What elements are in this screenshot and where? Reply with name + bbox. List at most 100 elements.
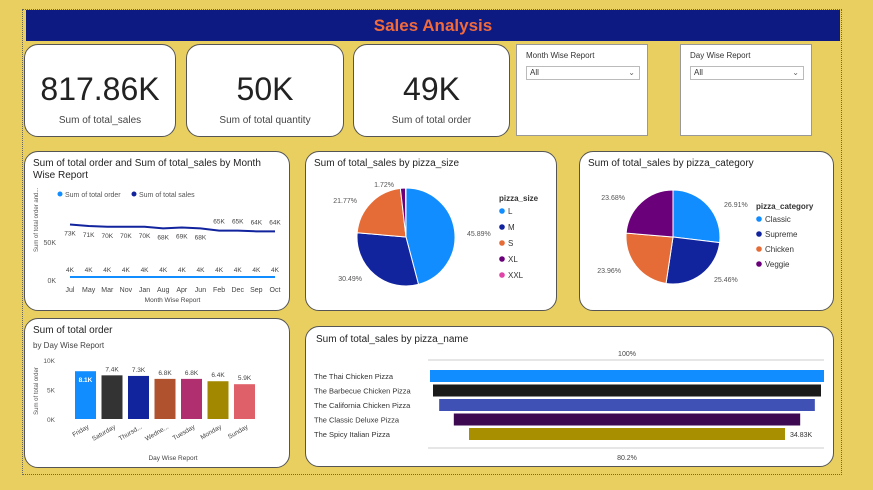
- chart-card-name-funnel[interactable]: Sum of total_sales by pizza_name 100% The…: [305, 326, 834, 467]
- y-tick-label: 0K: [47, 417, 56, 424]
- data-label: 8.1K: [79, 377, 93, 384]
- legend-label: Classic: [765, 215, 791, 224]
- legend-marker: [499, 208, 505, 214]
- data-label: 4K: [234, 267, 243, 274]
- legend-label: XXL: [508, 271, 524, 280]
- bar: [234, 384, 255, 419]
- bar: [181, 378, 202, 419]
- month-dropdown[interactable]: All ⌄: [526, 66, 640, 80]
- legend-marker: [499, 256, 505, 262]
- slice-label: 23.68%: [601, 195, 625, 202]
- y-tick-label: 10K: [43, 358, 55, 365]
- data-label: 70K: [139, 233, 151, 240]
- data-label: 70K: [101, 233, 113, 240]
- legend-marker: [57, 191, 63, 197]
- legend-label: Supreme: [765, 230, 798, 239]
- chevron-down-icon: ⌄: [628, 68, 635, 77]
- data-label: 4K: [141, 267, 150, 274]
- y-tick-label: 5K: [47, 388, 56, 395]
- data-label: 65K: [232, 219, 244, 226]
- bar: [128, 375, 149, 419]
- x-tick-label: Sunday: [227, 423, 250, 440]
- x-tick-label: Mar: [101, 287, 114, 294]
- x-tick-label: Tuesday: [172, 423, 198, 442]
- bar: [101, 375, 123, 419]
- x-axis-title: Month Wise Report: [145, 297, 201, 304]
- data-label: 70K: [120, 233, 132, 240]
- data-label: 4K: [252, 267, 261, 274]
- x-tick-label: Dec: [232, 287, 245, 294]
- slice-label: 25.46%: [714, 277, 738, 284]
- data-label: 4K: [103, 267, 112, 274]
- x-tick-label: Thursd...: [118, 424, 144, 443]
- legend-marker: [499, 240, 505, 246]
- day-dropdown[interactable]: All ⌄: [690, 66, 804, 80]
- slice-label: 26.91%: [724, 202, 748, 209]
- x-axis-title: Day Wise Report: [148, 455, 197, 462]
- chart-card-day-bar[interactable]: Sum of total order by Day Wise Report 10…: [24, 318, 290, 468]
- data-label: 64K: [251, 219, 263, 226]
- x-tick-label: Aug: [157, 287, 170, 294]
- x-tick-label: Nov: [120, 287, 133, 294]
- size-pie-chart: 45.89% 30.49% 21.77% 1.72% pizza_size LMS XL XX…: [333, 182, 539, 287]
- slice-label: 23.96%: [597, 268, 621, 275]
- data-label: 71K: [83, 232, 95, 239]
- kpi-card-total-sales[interactable]: 817.86K Sum of total_sales: [24, 44, 176, 137]
- data-label: 6.4K: [211, 372, 225, 379]
- data-label: 5.9K: [238, 375, 252, 382]
- legend-marker: [756, 231, 762, 237]
- kpi-label: Sum of total order: [391, 115, 472, 126]
- legend-marker: [499, 224, 505, 230]
- slice-label: 45.89%: [467, 231, 491, 238]
- legend-title: pizza_size: [499, 194, 539, 203]
- legend-label: XL: [508, 255, 518, 264]
- kpi-card-total-quantity[interactable]: 50K Sum of total quantity: [186, 44, 344, 137]
- y-axis-title: Sum of total order and...: [34, 187, 40, 252]
- x-tick-label: Oct: [270, 287, 281, 294]
- chevron-down-icon: ⌄: [792, 68, 799, 77]
- data-label: 4K: [66, 267, 75, 274]
- chart-card-category-pie[interactable]: Sum of total_sales by pizza_category 26.…: [579, 151, 834, 311]
- data-label: 7.4K: [105, 366, 119, 373]
- name-funnel-chart: 100% The Thai Chicken Pizza The Barbecue C…: [314, 351, 824, 462]
- legend-label: Sum of total sales: [139, 192, 195, 199]
- data-label: 6.8K: [158, 370, 172, 377]
- month-line-chart: Sum of total order Sum of total sales Sum …: [34, 187, 281, 304]
- data-label: 4K: [271, 267, 280, 274]
- pie-slice: [625, 232, 674, 285]
- data-label: 7.3K: [132, 367, 146, 374]
- legend-marker: [756, 246, 762, 252]
- slice-label: 1.72%: [374, 182, 394, 189]
- data-label: 4K: [178, 267, 187, 274]
- funnel-category-label: The Barbecue Chicken Pizza: [314, 387, 412, 396]
- bar: [154, 378, 176, 419]
- data-label: 65K: [213, 219, 225, 226]
- data-label: 64K: [269, 219, 281, 226]
- day-bar-chart: 10K 5K 0K Sum of total order 8.1K Friday 7.4K S…: [34, 358, 255, 462]
- legend-marker: [756, 261, 762, 267]
- x-tick-label: Jun: [195, 287, 206, 294]
- x-tick-label: Feb: [213, 287, 225, 294]
- kpi-card-total-order[interactable]: 49K Sum of total order: [353, 44, 510, 137]
- data-label: 69K: [176, 234, 188, 241]
- data-label: 68K: [195, 234, 207, 241]
- series-line: [69, 223, 275, 233]
- legend-label: M: [508, 223, 515, 232]
- funnel-category-label: The Classic Deluxe Pizza: [314, 416, 400, 425]
- kpi-label: Sum of total quantity: [219, 115, 311, 126]
- x-tick-label: May: [82, 287, 96, 294]
- chart-card-size-pie[interactable]: Sum of total_sales by pizza_size 45.89% 3…: [305, 151, 557, 311]
- chart-card-month-line[interactable]: Sum of total order and Sum of total_sale…: [24, 151, 290, 311]
- data-label: 4K: [122, 267, 131, 274]
- kpi-value: 50K: [236, 71, 294, 107]
- slicer-month: Month Wise Report All ⌄: [516, 44, 648, 136]
- x-tick-label: Apr: [176, 287, 188, 294]
- x-tick-label: Sep: [250, 287, 263, 294]
- dashboard-title: Sales Analysis: [26, 10, 840, 41]
- data-label: 4K: [215, 267, 224, 274]
- data-label: 73K: [64, 231, 76, 238]
- data-label: 4K: [85, 267, 94, 274]
- bar: [207, 381, 229, 419]
- pie-slice: [672, 189, 721, 244]
- data-label: 4K: [159, 267, 168, 274]
